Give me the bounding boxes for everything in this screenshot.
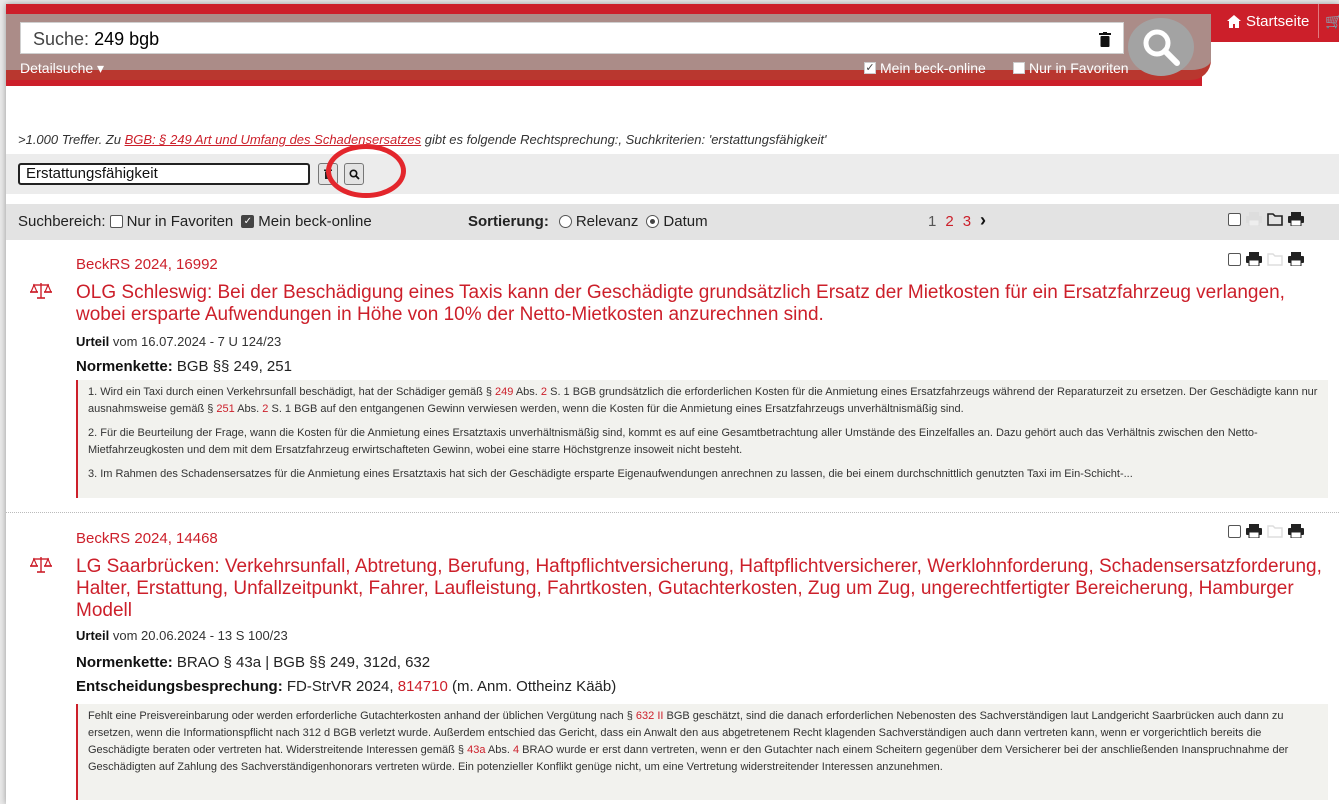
scales-icon bbox=[30, 557, 52, 573]
result-norm: Normenkette: BGB §§ 249, 251 bbox=[76, 358, 292, 375]
result-date: vom 16.07.2024 - 7 U 124/23 bbox=[109, 334, 282, 349]
result-checkbox[interactable] bbox=[1228, 524, 1241, 538]
cart-icon[interactable]: 🛒 bbox=[1322, 4, 1339, 38]
list-tools bbox=[1228, 212, 1304, 226]
result-type: Urteil bbox=[76, 334, 110, 349]
besprechung-label: Entscheidungsbesprechung: bbox=[76, 678, 283, 695]
scales-icon bbox=[30, 283, 52, 299]
print-pdf-icon[interactable] bbox=[1288, 524, 1304, 538]
sortierung-label: Sortierung: bbox=[468, 213, 549, 230]
datum-label: Datum bbox=[663, 213, 708, 230]
startseite-button[interactable]: Startseite bbox=[1219, 4, 1319, 38]
page-3[interactable]: 3 bbox=[963, 213, 971, 230]
check-icon: ✓ bbox=[864, 62, 876, 74]
result-abstract: Fehlt eine Preisvereinbarung oder werden… bbox=[76, 704, 1328, 800]
pagination: 1 2 3 › bbox=[928, 211, 986, 230]
refine-bar: Erstattungsfähigkeit bbox=[6, 154, 1339, 194]
result-meta: Urteil vom 16.07.2024 - 7 U 124/23 bbox=[76, 334, 281, 349]
result-source[interactable]: BeckRS 2024, 14468 bbox=[76, 530, 218, 547]
info-suffix: gibt es folgende Rechtsprechung:, Suchkr… bbox=[421, 132, 827, 147]
text: Abs. bbox=[485, 744, 513, 756]
page-2[interactable]: 2 bbox=[945, 213, 953, 230]
folder-icon[interactable] bbox=[1267, 212, 1283, 226]
paragraph-link[interactable]: 43a bbox=[467, 744, 485, 756]
print-icon[interactable] bbox=[1246, 524, 1262, 538]
result-tools bbox=[1228, 252, 1304, 266]
print-icon[interactable] bbox=[1246, 252, 1262, 266]
besprechung-source: FD-StrVR 2024, bbox=[282, 678, 398, 695]
norm-label: Normenkette: bbox=[76, 654, 173, 671]
result-separator bbox=[6, 512, 1339, 513]
search-value: 249 bgb bbox=[94, 29, 160, 49]
besprechung-link[interactable]: 814710 bbox=[398, 678, 448, 695]
result-title[interactable]: OLG Schleswig: Bei der Beschädigung eine… bbox=[76, 282, 1316, 326]
mein-beck-online-filter-checkbox[interactable]: ✓ bbox=[241, 215, 255, 228]
abstract-paragraph: 2. Für die Beurteilung der Frage, wann d… bbox=[88, 427, 1258, 456]
page: Suche: 249 bgb Detailsuche ▾ ✓ Mein beck… bbox=[6, 4, 1339, 804]
result-checkbox[interactable] bbox=[1228, 252, 1241, 266]
nur-in-favoriten-filter-label: Nur in Favoriten bbox=[126, 213, 234, 230]
suchbereich-label: Suchbereich: bbox=[18, 213, 106, 230]
next-page-icon[interactable]: › bbox=[980, 211, 986, 230]
startseite-label: Startseite bbox=[1246, 12, 1310, 30]
result-besprechung: Entscheidungsbesprechung: FD-StrVR 2024,… bbox=[76, 678, 616, 695]
search-icon bbox=[1143, 29, 1180, 66]
result-info: >1.000 Treffer. Zu BGB: § 249 Art und Um… bbox=[18, 132, 826, 147]
search-panel: Suche: 249 bgb Detailsuche ▾ ✓ Mein beck… bbox=[6, 14, 1211, 80]
header-corner bbox=[1202, 42, 1339, 92]
text: 1. Wird ein Taxi durch einen Verkehrsunf… bbox=[88, 386, 496, 398]
nur-in-favoriten-label: Nur in Favoriten bbox=[1029, 60, 1129, 76]
nur-in-favoriten-filter-checkbox[interactable] bbox=[109, 215, 123, 228]
paragraph-link[interactable]: 632 II bbox=[636, 710, 664, 722]
abstract-paragraph: 3. Im Rahmen des Schadensersatzes für di… bbox=[88, 468, 1133, 480]
relevanz-radio[interactable] bbox=[558, 215, 572, 228]
besprechung-author: (m. Anm. Ottheinz Kääb) bbox=[447, 678, 617, 695]
result-norm: Normenkette: BRAO § 43a | BGB §§ 249, 31… bbox=[76, 654, 430, 671]
search-label: Suche: bbox=[33, 29, 90, 49]
folder-icon-disabled bbox=[1267, 253, 1283, 266]
info-prefix: >1.000 Treffer. Zu bbox=[18, 132, 125, 147]
abstract-paragraph: 1. Wird ein Taxi durch einen Verkehrsunf… bbox=[88, 384, 1320, 418]
print-icon-disabled bbox=[1246, 212, 1262, 226]
result-meta: Urteil vom 20.06.2024 - 13 S 100/23 bbox=[76, 628, 288, 643]
page-1[interactable]: 1 bbox=[928, 213, 936, 230]
home-icon bbox=[1227, 14, 1241, 28]
abstract-paragraph: Fehlt eine Preisvereinbarung oder werden… bbox=[88, 708, 1320, 776]
result-abstract: 1. Wird ein Taxi durch einen Verkehrsunf… bbox=[76, 380, 1328, 498]
refine-search-input[interactable]: Erstattungsfähigkeit bbox=[18, 163, 310, 185]
filter-bar: Suchbereich: Nur in Favoriten ✓ Mein bec… bbox=[6, 204, 1339, 240]
folder-icon-disabled bbox=[1267, 525, 1283, 538]
mein-beck-online-checkbox[interactable]: ✓ Mein beck-online bbox=[864, 60, 986, 76]
detailsuche-toggle[interactable]: Detailsuche ▾ bbox=[20, 60, 104, 77]
paragraph-link[interactable]: 249 bbox=[495, 386, 513, 398]
text: Fehlt eine Preisvereinbarung oder werden… bbox=[88, 710, 636, 722]
nur-in-favoriten-checkbox[interactable]: Nur in Favoriten bbox=[1013, 60, 1129, 76]
norm-value: BGB §§ 249, 251 bbox=[172, 358, 292, 375]
text: Abs. bbox=[513, 386, 541, 398]
empty-checkbox-icon bbox=[1013, 62, 1025, 74]
mein-beck-online-label: Mein beck-online bbox=[880, 60, 986, 76]
highlight-ring bbox=[326, 144, 406, 198]
search-button[interactable] bbox=[1128, 18, 1194, 76]
print-icon[interactable] bbox=[1288, 212, 1304, 226]
result-type: Urteil bbox=[76, 628, 110, 643]
mein-beck-online-filter-label: Mein beck-online bbox=[258, 213, 372, 230]
result-source[interactable]: BeckRS 2024, 16992 bbox=[76, 256, 218, 273]
suchbereich-group: Suchbereich: Nur in Favoriten ✓ Mein bec… bbox=[18, 213, 372, 230]
result-date: vom 20.06.2024 - 13 S 100/23 bbox=[109, 628, 288, 643]
paragraph-link[interactable]: 251 bbox=[216, 403, 234, 415]
norm-value: BRAO § 43a | BGB §§ 249, 312d, 632 bbox=[172, 654, 431, 671]
search-input[interactable]: Suche: 249 bgb bbox=[20, 22, 1124, 54]
sortierung-group: Sortierung: Relevanz Datum bbox=[468, 213, 708, 230]
text: S. 1 BGB auf den entgangenen Gewinn verw… bbox=[268, 403, 964, 415]
select-all-checkbox[interactable] bbox=[1228, 212, 1241, 226]
norm-label: Normenkette: bbox=[76, 358, 173, 375]
datum-radio[interactable] bbox=[646, 215, 660, 228]
trash-icon[interactable] bbox=[1099, 32, 1111, 47]
result-title[interactable]: LG Saarbrücken: Verkehrsunfall, Abtretun… bbox=[76, 556, 1326, 622]
text: Abs. bbox=[234, 403, 263, 415]
result-tools bbox=[1228, 524, 1304, 538]
relevanz-label: Relevanz bbox=[575, 213, 639, 230]
print-pdf-icon[interactable] bbox=[1288, 252, 1304, 266]
